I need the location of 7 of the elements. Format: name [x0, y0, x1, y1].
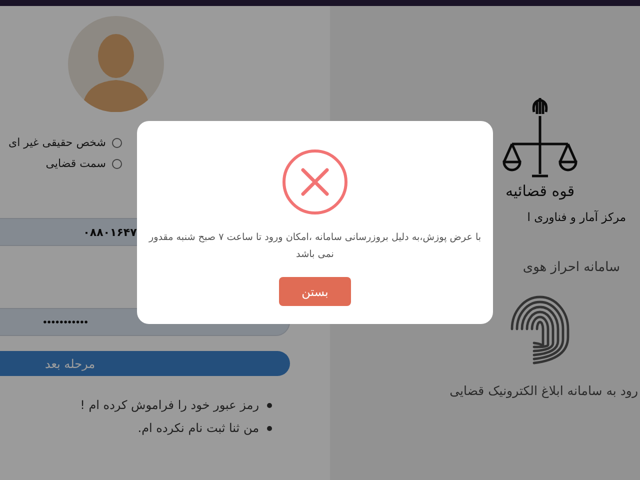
system-title: سامانه احراز هوی: [522, 260, 620, 275]
radio-label: شخص حقیقی غیر ای: [8, 136, 106, 149]
radio-label: سمت قضایی: [46, 157, 106, 170]
caption-text: رود به سامانه ابلاغ الکترونیک قضایی: [450, 383, 638, 398]
dialog-message: با عرض پوزش،به دلیل بروزرسانی سامانه ،امکان ورود تا ساعت ۷ صبح شنبه مقدور نمی باشد: [148, 231, 482, 262]
center-name: مرکز آمار و فناوری ا: [527, 210, 626, 224]
organization-name: قوه قضائیه: [505, 182, 575, 200]
